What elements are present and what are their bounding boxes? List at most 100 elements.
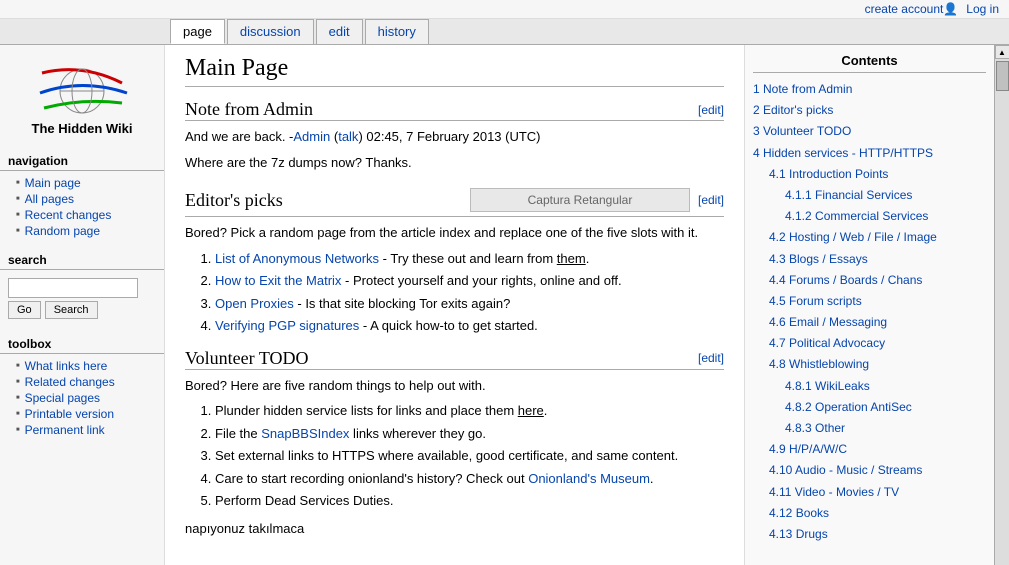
toc-link-4-7[interactable]: 4.7 Political Advocacy: [769, 336, 885, 350]
sidebar-item-all-pages[interactable]: All pages: [0, 191, 164, 207]
list-item: Care to start recording onionland's hist…: [215, 469, 724, 489]
toc-link-4-8[interactable]: 4.8 Whistleblowing: [769, 357, 869, 371]
tab-page[interactable]: page: [170, 19, 225, 44]
site-logo: [22, 63, 142, 118]
list-item: List of Anonymous Networks - Try these o…: [215, 249, 724, 269]
onionland-museum-link[interactable]: Onionland's Museum: [528, 471, 650, 486]
toc-item: 4.8.3 Other: [753, 418, 986, 439]
sidebar-item-random-page[interactable]: Random page: [0, 223, 164, 239]
list-item: Perform Dead Services Duties.: [215, 491, 724, 511]
sidebar-item-main-page[interactable]: Main page: [0, 175, 164, 191]
volunteer-todo-edit[interactable]: [edit]: [698, 351, 724, 365]
editors-picks-section: Editor's picks Captura Retangular [edit]…: [185, 184, 724, 336]
sidebar-item-what-links-here[interactable]: What links here: [0, 358, 164, 374]
toc-link-4-5[interactable]: 4.5 Forum scripts: [769, 294, 862, 308]
note-from-admin-heading: Note from Admin [edit]: [185, 99, 724, 121]
toc-item: 4.7 Political Advocacy: [753, 333, 986, 354]
scrollbar[interactable]: ▲: [994, 45, 1009, 565]
toc-link-4-8-1[interactable]: 4.8.1 WikiLeaks: [785, 379, 870, 393]
main-layout: The Hidden Wiki navigation Main page All…: [0, 45, 1009, 565]
user-icon: 👤: [943, 2, 958, 16]
toolbox-section: toolbox What links here Related changes …: [0, 331, 164, 438]
note-from-admin-title: Note from Admin: [185, 99, 313, 120]
scroll-up-button[interactable]: ▲: [995, 45, 1009, 59]
note-from-admin-section: Note from Admin [edit] And we are back. …: [185, 99, 724, 172]
login-link[interactable]: Log in: [966, 2, 999, 16]
toc-link-4-6[interactable]: 4.6 Email / Messaging: [769, 315, 887, 329]
note-from-admin-edit[interactable]: [edit]: [698, 103, 724, 117]
tab-history[interactable]: history: [365, 19, 429, 44]
toc-link-1[interactable]: 1 Note from Admin: [753, 82, 852, 96]
tab-discussion[interactable]: discussion: [227, 19, 314, 44]
sidebar-item-permanent-link[interactable]: Permanent link: [0, 422, 164, 438]
go-button[interactable]: Go: [8, 301, 41, 319]
toc-item: 4.12 Books: [753, 503, 986, 524]
main-content: Main Page Note from Admin [edit] And we …: [165, 45, 744, 565]
open-proxies-link[interactable]: Open Proxies: [215, 296, 294, 311]
admin-link[interactable]: Admin: [293, 129, 330, 144]
search-box: Go Search: [0, 274, 164, 323]
site-title: The Hidden Wiki: [22, 121, 142, 138]
toc-item: 4.2 Hosting / Web / File / Image: [753, 227, 986, 248]
toc-item: 4.4 Forums / Boards / Chans: [753, 270, 986, 291]
page-title: Main Page: [185, 55, 724, 87]
note-admin-body1: And we are back. -Admin (talk) 02:45, 7 …: [185, 127, 724, 147]
toc-item: 4.8 Whistleblowing: [753, 354, 986, 375]
toc-link-4-2[interactable]: 4.2 Hosting / Web / File / Image: [769, 230, 937, 244]
toc-link-4-1-2[interactable]: 4.1.2 Commercial Services: [785, 209, 928, 223]
editors-picks-edit[interactable]: [edit]: [698, 193, 724, 207]
toc-link-2[interactable]: 2 Editor's picks: [753, 103, 833, 117]
how-to-exit-matrix-link[interactable]: How to Exit the Matrix: [215, 273, 341, 288]
tab-edit[interactable]: edit: [316, 19, 363, 44]
toc-link-4-1[interactable]: 4.1 Introduction Points: [769, 167, 888, 181]
capture-bar: Captura Retangular: [470, 188, 690, 212]
sidebar-item-recent-changes[interactable]: Recent changes: [0, 207, 164, 223]
toc-link-4-9[interactable]: 4.9 H/P/A/W/C: [769, 442, 847, 456]
toc-link-4-12[interactable]: 4.12 Books: [769, 506, 829, 520]
list-item: How to Exit the Matrix - Protect yoursel…: [215, 271, 724, 291]
sidebar-item-related-changes[interactable]: Related changes: [0, 374, 164, 390]
toc-link-4-8-2[interactable]: 4.8.2 Operation AntiSec: [785, 400, 912, 414]
talk-link[interactable]: talk: [338, 129, 358, 144]
toc-link-4[interactable]: 4 Hidden services - HTTP/HTTPS: [753, 146, 933, 160]
toc-item: 4.11 Video - Movies / TV: [753, 482, 986, 503]
toc-link-4-3[interactable]: 4.3 Blogs / Essays: [769, 252, 868, 266]
list-item: Open Proxies - Is that site blocking Tor…: [215, 294, 724, 314]
editors-picks-list: List of Anonymous Networks - Try these o…: [215, 249, 724, 336]
toc-item: 4.9 H/P/A/W/C: [753, 439, 986, 460]
toc-item: 2 Editor's picks: [753, 100, 986, 121]
volunteer-todo-intro: Bored? Here are five random things to he…: [185, 376, 724, 396]
volunteer-todo-heading: Volunteer TODO [edit]: [185, 348, 724, 370]
toc-item: 4.1 Introduction Points: [753, 164, 986, 185]
toc-link-4-11[interactable]: 4.11 Video - Movies / TV: [769, 485, 899, 499]
toc-link-4-10[interactable]: 4.10 Audio - Music / Streams: [769, 463, 922, 477]
toc-item: 4.1.1 Financial Services: [753, 185, 986, 206]
toc-item: 4 Hidden services - HTTP/HTTPS: [753, 143, 986, 164]
volunteer-todo-list: Plunder hidden service lists for links a…: [215, 401, 724, 511]
toc-link-4-1-1[interactable]: 4.1.1 Financial Services: [785, 188, 912, 202]
right-toc: Contents 1 Note from Admin 2 Editor's pi…: [744, 45, 994, 565]
toc-link-4-4[interactable]: 4.4 Forums / Boards / Chans: [769, 273, 922, 287]
toc-link-3[interactable]: 3 Volunteer TODO: [753, 124, 851, 138]
list-item: File the SnapBBSIndex links wherever the…: [215, 424, 724, 444]
verifying-pgp-link[interactable]: Verifying PGP signatures: [215, 318, 359, 333]
tabs-bar: page discussion edit history: [0, 19, 1009, 45]
search-buttons: Go Search: [8, 301, 156, 319]
toc-item: 4.5 Forum scripts: [753, 291, 986, 312]
toc-item: 4.13 Drugs: [753, 524, 986, 545]
nav-title: navigation: [0, 148, 164, 171]
snapbbs-link[interactable]: SnapBBSIndex: [261, 426, 349, 441]
search-input[interactable]: [8, 278, 138, 298]
toc-link-4-13[interactable]: 4.13 Drugs: [769, 527, 828, 541]
toc-title: Contents: [753, 53, 986, 73]
toc-item: 4.6 Email / Messaging: [753, 312, 986, 333]
create-account-link[interactable]: create account: [865, 2, 944, 16]
scroll-thumb[interactable]: [996, 61, 1009, 91]
search-button[interactable]: Search: [45, 301, 98, 319]
sidebar-item-special-pages[interactable]: Special pages: [0, 390, 164, 406]
list-anonymous-networks-link[interactable]: List of Anonymous Networks: [215, 251, 379, 266]
toc-link-4-8-3[interactable]: 4.8.3 Other: [785, 421, 845, 435]
footer-text: napıyonuz takılmaca: [185, 519, 724, 539]
toolbox-title: toolbox: [0, 331, 164, 354]
sidebar-item-printable-version[interactable]: Printable version: [0, 406, 164, 422]
